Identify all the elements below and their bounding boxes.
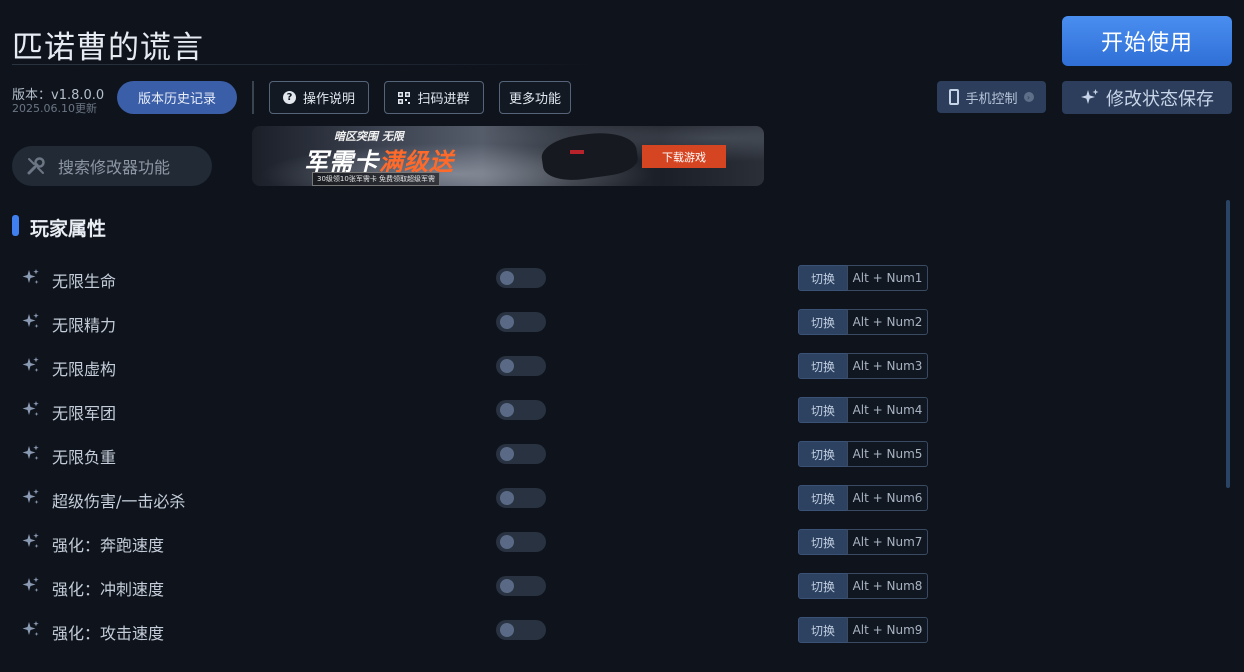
- hotkey-switch-button[interactable]: 切换: [798, 573, 848, 599]
- info-icon: ›: [1023, 92, 1034, 102]
- toggle-knob: [500, 579, 514, 593]
- toggle-knob: [500, 447, 514, 461]
- hotkey-field[interactable]: Alt + Num8: [847, 573, 928, 599]
- toggle-knob: [500, 623, 514, 637]
- hotkey-switch-button[interactable]: 切换: [798, 397, 848, 423]
- scrollbar[interactable]: [1226, 200, 1230, 488]
- cheat-label: 强化：攻击速度: [52, 624, 165, 643]
- sparkle-icon: [21, 619, 41, 643]
- hotkey-field[interactable]: Alt + Num2: [847, 309, 928, 335]
- phone-control-label: 手机控制: [965, 91, 1018, 107]
- cheat-label: 无限生命: [52, 272, 117, 291]
- cheat-toggle[interactable]: [496, 576, 546, 596]
- section-accent-bar: [12, 215, 19, 236]
- cheat-toggle[interactable]: [496, 444, 546, 464]
- hotkey-field[interactable]: Alt + Num5: [847, 441, 928, 467]
- hotkey-field[interactable]: Alt + Num6: [847, 485, 928, 511]
- cheat-toggle[interactable]: [496, 268, 546, 288]
- cheat-row: 无限虚构 切换 Alt + Num3: [0, 344, 1210, 388]
- qr-group-button[interactable]: 扫码进群: [384, 81, 484, 114]
- search-placeholder: 搜索修改器功能: [58, 158, 171, 177]
- section-title: 玩家属性: [30, 218, 107, 240]
- toggle-knob: [500, 403, 514, 417]
- cheat-row: 强化：奔跑速度 切换 Alt + Num7: [0, 520, 1210, 564]
- cheat-label: 无限虚构: [52, 360, 117, 379]
- cheat-toggle[interactable]: [496, 620, 546, 640]
- qr-group-button-label: 扫码进群: [417, 92, 470, 107]
- cheat-label: 无限负重: [52, 448, 117, 467]
- sparkle-icon: [21, 311, 41, 335]
- hotkey-switch-button[interactable]: 切换: [798, 485, 848, 511]
- sparkle-icon: [21, 267, 41, 291]
- cheat-row: 无限军团 切换 Alt + Num4: [0, 388, 1210, 432]
- sparkle-icon: [21, 443, 41, 467]
- download-game-button[interactable]: 下载游戏: [642, 145, 726, 168]
- cheat-row: 强化：攻击速度 切换 Alt + Num9: [0, 608, 1210, 652]
- sparkle-icon: [21, 399, 41, 423]
- banner-subtext: 30级领10张军需卡 免费领取超级军需: [312, 172, 441, 186]
- version-history-button[interactable]: 版本历史记录: [117, 81, 237, 114]
- cheat-toggle[interactable]: [496, 356, 546, 376]
- hotkey-switch-button[interactable]: 切换: [798, 441, 848, 467]
- hotkey-field[interactable]: Alt + Num3: [847, 353, 928, 379]
- hotkey-switch-button[interactable]: 切换: [798, 353, 848, 379]
- ad-banner[interactable]: 暗区突围 无限 军需卡满级送 30级领10张军需卡 免费领取超级军需 下载游戏: [252, 126, 764, 186]
- phone-control-button[interactable]: 手机控制 ›: [937, 81, 1046, 113]
- cheat-row: 无限负重 切换 Alt + Num5: [0, 432, 1210, 476]
- title-divider: [12, 64, 592, 65]
- version-date: 2025.06.10更新: [12, 102, 97, 115]
- hotkey-field[interactable]: Alt + Num9: [847, 617, 928, 643]
- cheat-row: 超级伤害/一击必杀 切换 Alt + Num6: [0, 476, 1210, 520]
- hotkey-field[interactable]: Alt + Num4: [847, 397, 928, 423]
- hotkey-switch-button[interactable]: 切换: [798, 265, 848, 291]
- help-button-label: 操作说明: [302, 92, 355, 107]
- search-input[interactable]: 搜索修改器功能: [12, 146, 212, 186]
- cheat-toggle[interactable]: [496, 312, 546, 332]
- sparkle-icon: [21, 531, 41, 555]
- app-title: 匹诺曹的谎言: [12, 30, 204, 66]
- toggle-knob: [500, 359, 514, 373]
- cheat-label: 无限精力: [52, 316, 117, 335]
- cheat-toggle[interactable]: [496, 488, 546, 508]
- hotkey-field[interactable]: Alt + Num7: [847, 529, 928, 555]
- wrench-icon: [27, 157, 45, 175]
- cheat-label: 强化：奔跑速度: [52, 536, 165, 555]
- question-circle-icon: ?: [282, 91, 296, 104]
- cheat-label: 无限军团: [52, 404, 117, 423]
- cheat-toggle[interactable]: [496, 532, 546, 552]
- cheat-row: 无限生命 切换 Alt + Num1: [0, 256, 1210, 300]
- hotkey-field[interactable]: Alt + Num1: [847, 265, 928, 291]
- cheat-row: 无限精力 切换 Alt + Num2: [0, 300, 1210, 344]
- cheat-row: 强化：冲刺速度 切换 Alt + Num8: [0, 564, 1210, 608]
- toggle-knob: [500, 315, 514, 329]
- cheat-toggle[interactable]: [496, 400, 546, 420]
- cheat-label: 超级伤害/一击必杀: [52, 492, 186, 511]
- hotkey-switch-button[interactable]: 切换: [798, 617, 848, 643]
- qr-code-icon: [398, 91, 411, 104]
- hotkey-switch-button[interactable]: 切换: [798, 529, 848, 555]
- cheat-label: 强化：冲刺速度: [52, 580, 165, 599]
- sparkle-icon: [21, 575, 41, 599]
- save-state-button[interactable]: 修改状态保存: [1062, 81, 1232, 114]
- phone-icon: [949, 89, 960, 105]
- toggle-knob: [500, 271, 514, 285]
- toolbar-divider: [252, 81, 254, 114]
- hotkey-switch-button[interactable]: 切换: [798, 309, 848, 335]
- toggle-knob: [500, 535, 514, 549]
- more-features-button[interactable]: 更多功能: [499, 81, 571, 114]
- sparkle-icon: [1081, 88, 1099, 104]
- toggle-knob: [500, 491, 514, 505]
- start-button[interactable]: 开始使用: [1062, 16, 1232, 66]
- save-state-label: 修改状态保存: [1106, 88, 1214, 110]
- sparkle-icon: [21, 487, 41, 511]
- help-button[interactable]: ? 操作说明: [269, 81, 369, 114]
- sparkle-icon: [21, 355, 41, 379]
